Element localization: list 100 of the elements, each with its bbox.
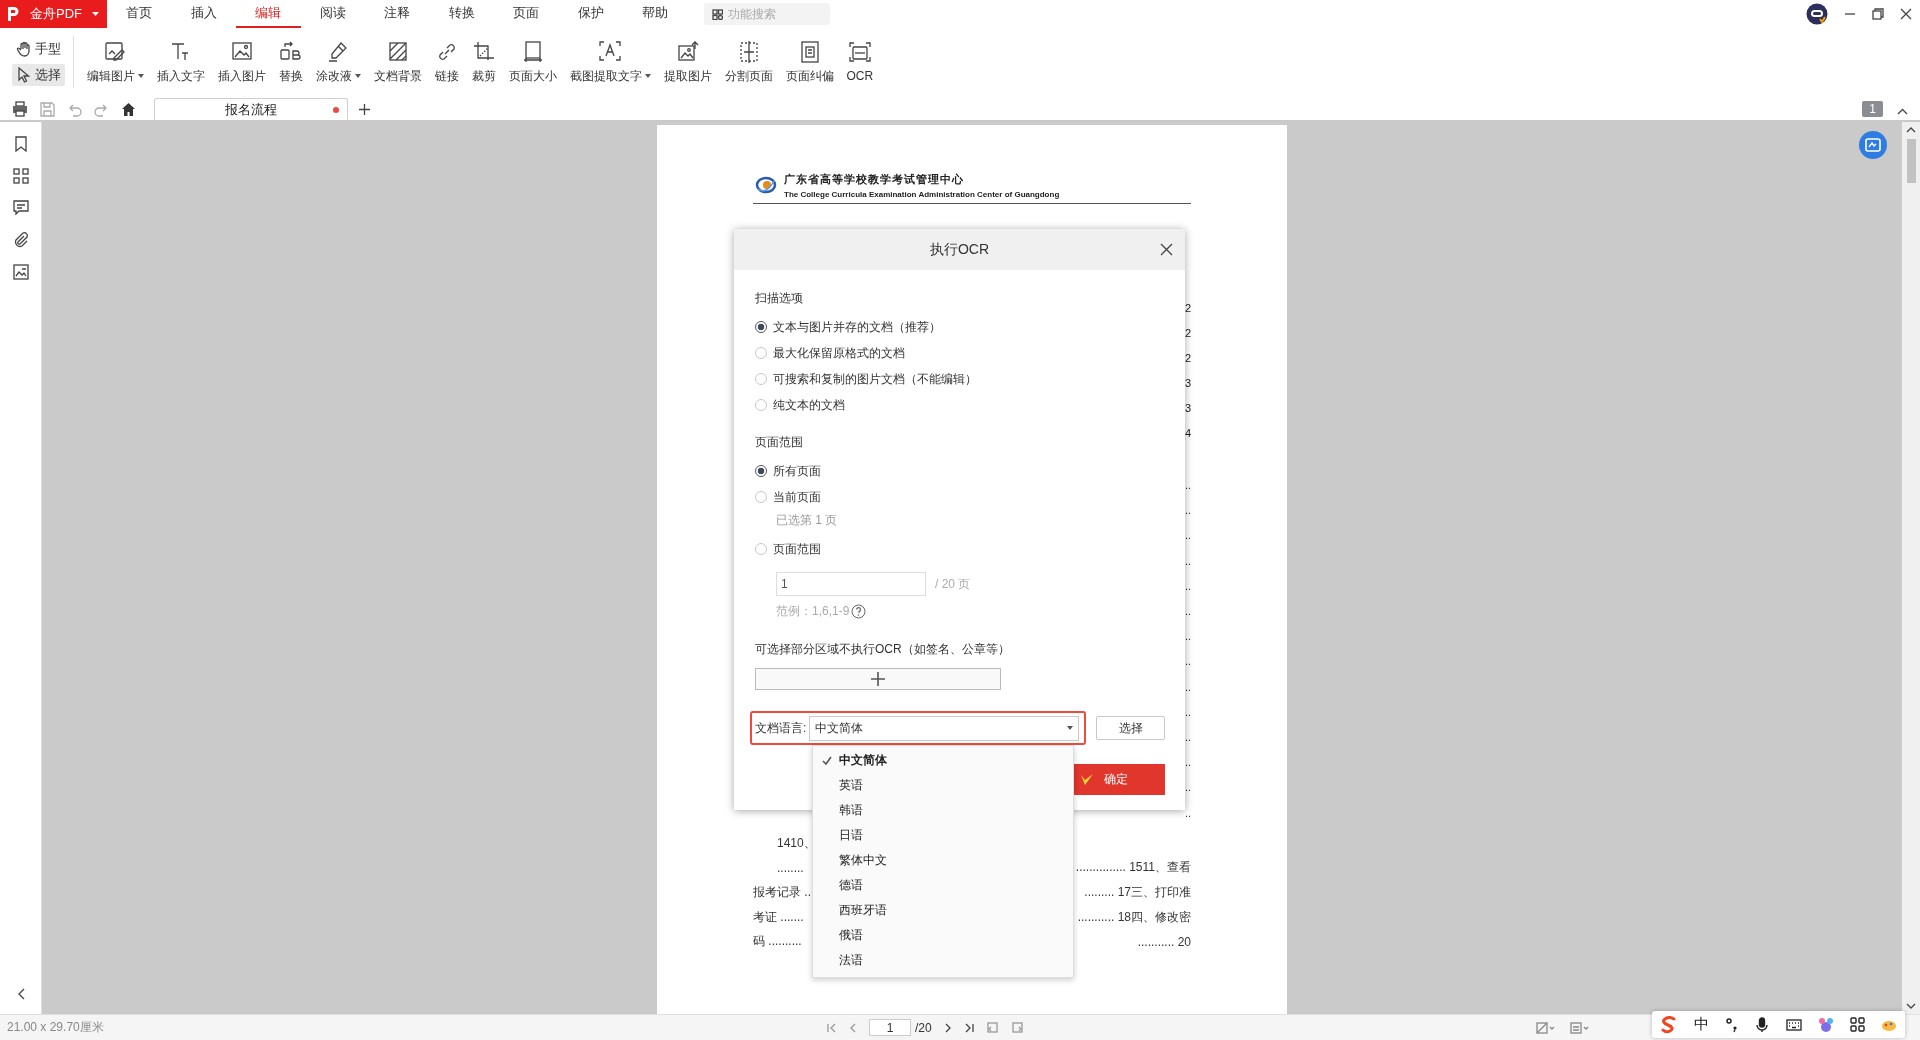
mascot-icon[interactable] [1817,1016,1834,1033]
tool-button[interactable]: 文档背景 [367,28,428,96]
language-option[interactable]: 英语 [813,773,1073,798]
first-page-icon[interactable] [827,1022,837,1033]
mode-button[interactable]: 手型 [12,38,65,60]
radio-option[interactable]: 文本与图片并存的文档（推荐） [755,314,1165,340]
bookmark-icon[interactable] [12,136,29,152]
fit-page-icon[interactable] [1536,1021,1556,1034]
caret-icon [644,74,651,78]
home-icon[interactable] [121,101,136,117]
caret-icon [137,74,144,78]
grid-icon[interactable] [1849,1017,1865,1032]
tool-button[interactable]: 分割页面 [718,28,779,96]
menu-tab[interactable]: 首页 [107,0,172,28]
close-icon[interactable] [1160,243,1173,256]
next-page-icon[interactable] [943,1022,952,1033]
scroll-up-icon[interactable] [1906,126,1916,133]
page-total: /20 [915,1020,932,1035]
last-page-icon[interactable] [963,1022,974,1033]
language-option[interactable]: 德语 [813,873,1073,898]
page-input[interactable]: 1 [869,1019,911,1036]
tool-button[interactable]: OCR [840,28,880,96]
logo-icon [755,175,777,195]
language-option[interactable]: 法语 [813,948,1073,973]
menu-tab[interactable]: 转换 [429,0,494,28]
radio-option[interactable]: 最大化保留原格式的文档 [755,340,1165,366]
document-tab[interactable]: 报名流程 [154,98,348,120]
comment-icon[interactable] [12,200,29,216]
image-panel-icon[interactable] [12,264,29,280]
close-icon[interactable] [1900,8,1912,20]
radio-option[interactable]: 可搜索和复制的图片文档（不能编辑） [755,366,1165,392]
radio-option[interactable]: 页面范围 [755,536,1165,562]
language-option[interactable]: 繁体中文 [813,848,1073,873]
print-icon[interactable] [12,101,28,117]
avatar-icon[interactable] [1806,3,1828,25]
toc-text: 考证 ....... [753,908,804,926]
add-tab-icon[interactable] [358,103,371,116]
toc-text: 码 .......... [753,933,802,951]
input-mode-toggle[interactable]: 中 [1694,1015,1710,1034]
dot-leader: .. [1184,704,1191,720]
language-select[interactable]: 中文简体 [809,715,1080,741]
search-icon [711,8,723,20]
language-option[interactable]: 西班牙语 [813,898,1073,923]
menu-tab[interactable]: 插入 [171,0,236,28]
menu-tab[interactable]: 注释 [365,0,430,28]
app-menu-button[interactable]: 金舟PDF [0,0,107,28]
radio-option[interactable]: 当前页面 [755,484,1165,510]
view-mode-icon[interactable] [1570,1021,1590,1034]
scroll-down-icon[interactable] [1906,1003,1916,1010]
language-option[interactable]: 日语 [813,823,1073,848]
paperclip-icon[interactable] [12,232,29,248]
microphone-icon[interactable] [1755,1016,1770,1033]
hand-icon [16,41,31,57]
dot-leader: .. [1184,654,1191,670]
language-option[interactable]: 中文简体 [813,748,1073,773]
previous-page-icon[interactable] [849,1022,857,1033]
menu-tab[interactable]: 帮助 [623,0,688,28]
page-number-badge: 1 [1862,101,1883,117]
toc-text: ........... 18四、修改密 [1077,908,1191,926]
tool-button[interactable]: 页面纠偏 [779,28,840,96]
page-number: 2 [1184,301,1191,316]
tool-button[interactable]: 插入图片 [211,28,272,96]
tool-button[interactable]: 截图提取文字 [563,28,657,96]
help-icon[interactable] [851,603,867,619]
toc-text: ......... 17三、打印准 [1084,884,1191,902]
language-option[interactable]: 韩语 [813,798,1073,823]
caret-icon [1067,726,1074,730]
section-label: 页面范围 [755,434,804,450]
floating-button[interactable] [1858,130,1888,160]
collapse-panel-icon[interactable] [16,988,25,1000]
menu-tab[interactable]: 页面 [494,0,559,28]
tool-button[interactable]: 页面大小 [502,28,563,96]
cursor-icon [16,67,31,83]
caret-icon [354,74,361,78]
restore-icon[interactable] [1872,8,1884,20]
tool-button[interactable]: 链接 [428,28,465,96]
tool-button[interactable]: 涂改液 [309,28,367,96]
page-total: / 20 页 [935,575,971,593]
mode-button[interactable]: 选择 [12,64,65,86]
dot-leader: .. [1184,553,1191,569]
dot-leader: .. [1184,730,1191,746]
tool-button[interactable]: 插入文字 [150,28,211,96]
radio-option[interactable]: 纯文本的文档 [755,392,1165,418]
radio-option[interactable]: 所有页面 [755,458,1165,484]
image-upload-icon [675,39,700,64]
tool-button[interactable]: 裁剪 [465,28,502,96]
dialog-title: 执行OCR [929,240,990,259]
menu-tab[interactable]: 阅读 [300,0,365,28]
tool-button[interactable]: 编辑图片 [80,28,150,96]
confirm-button[interactable]: 确定 [1074,764,1165,795]
choose-button[interactable]: 选择 [1096,716,1165,740]
menu-tab[interactable]: 保护 [558,0,623,28]
page-range-field[interactable]: 1 [776,572,926,596]
tool-button[interactable]: 替换 [272,28,309,96]
keyboard-icon[interactable] [1785,1017,1802,1032]
thumbnails-icon[interactable] [12,168,29,184]
tool-button[interactable]: 提取图片 [657,28,718,96]
language-option[interactable]: 俄语 [813,923,1073,948]
scrollbar-thumb[interactable] [1906,139,1916,183]
collapse-icon[interactable] [1897,108,1908,115]
